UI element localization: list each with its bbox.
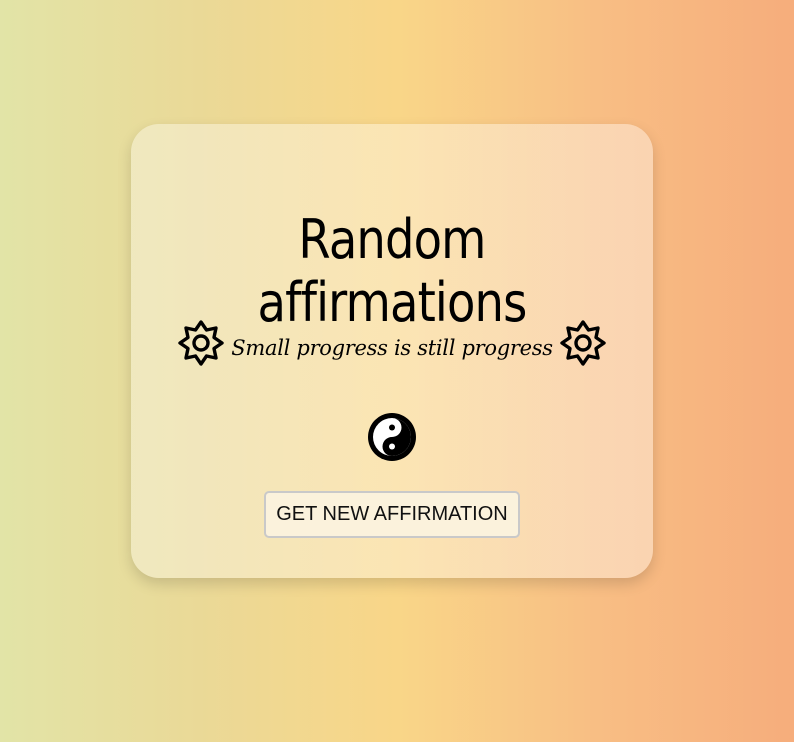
yin-yang-icon <box>368 413 416 461</box>
affirmation-card: Random affirmations Small progress is st… <box>131 124 653 578</box>
get-new-affirmation-button[interactable]: GET NEW AFFIRMATION <box>264 491 520 538</box>
sun-icon <box>559 320 606 366</box>
affirmation-row: Small progress is still progress <box>131 318 653 368</box>
page-title: Random affirmations <box>257 208 528 334</box>
affirmation-text: Small progress is still progress <box>231 336 553 360</box>
sun-icon <box>178 320 224 366</box>
